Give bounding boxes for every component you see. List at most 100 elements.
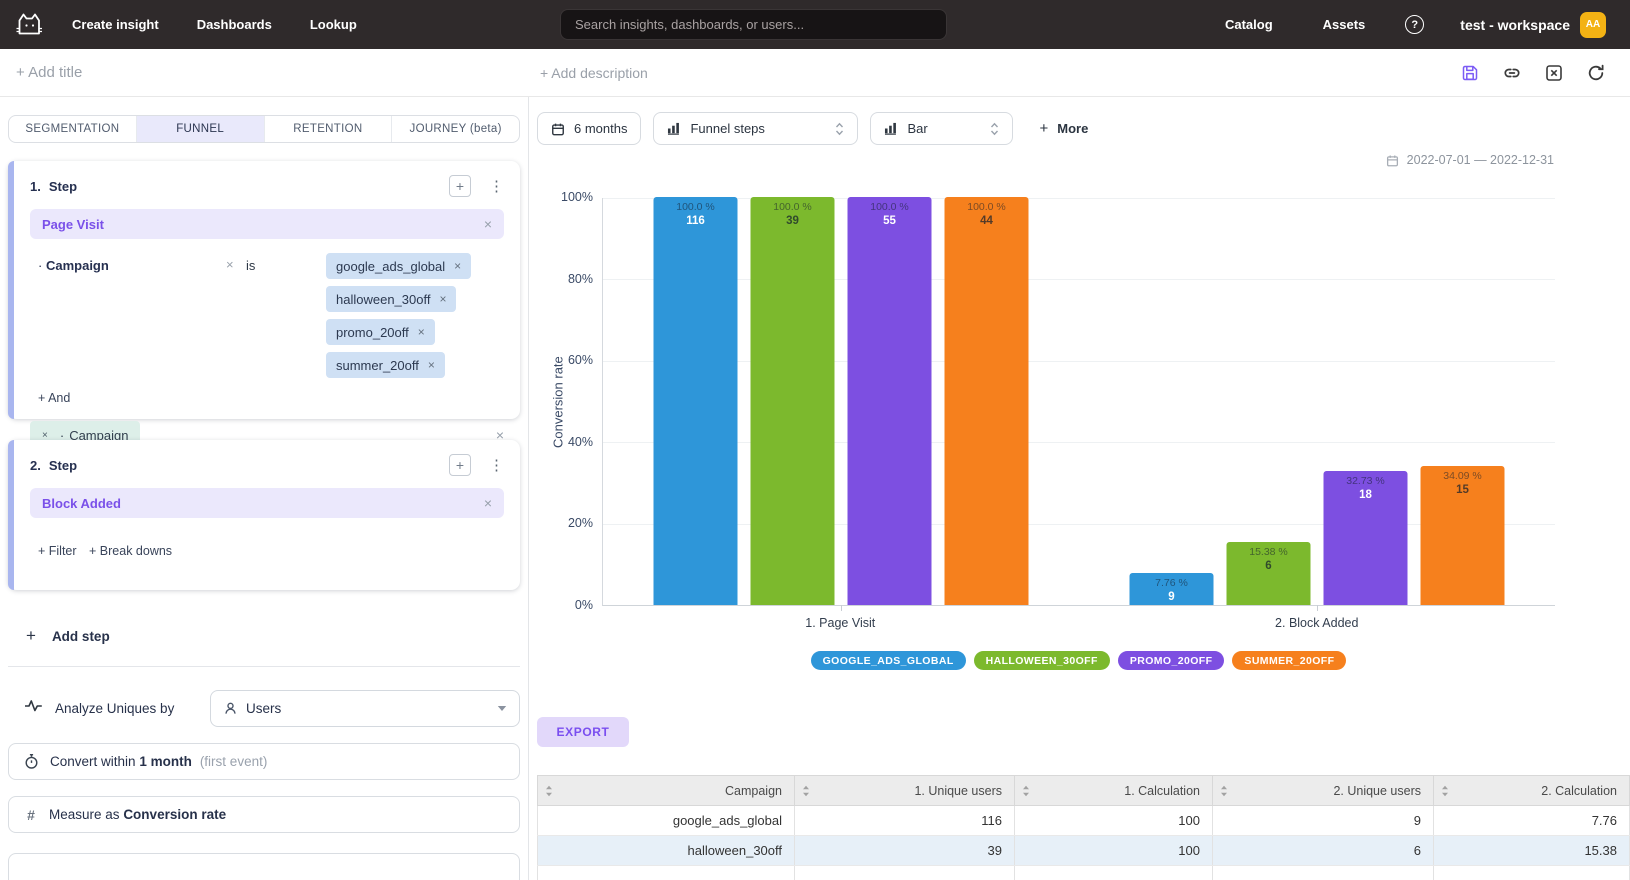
step-number: 2. [30, 458, 41, 473]
analyze-value: Users [246, 701, 281, 716]
sort-icon[interactable] [545, 785, 553, 797]
funnel-bar-halloween-30off[interactable]: 15.38 %6 [1227, 542, 1311, 605]
tab-retention[interactable]: RETENTION [264, 116, 392, 142]
add-event-icon[interactable]: + [449, 175, 471, 197]
avatar[interactable]: AA [1580, 12, 1606, 38]
legend-chip-summer-20off[interactable]: SUMMER_20OFF [1232, 651, 1346, 670]
more-options-button[interactable]: + More [1039, 120, 1088, 137]
nav-item-catalog[interactable]: Catalog [1225, 17, 1273, 32]
remove-value-icon[interactable]: × [439, 292, 446, 306]
sort-icon[interactable] [802, 785, 810, 797]
filter-value-chip-halloween-30off[interactable]: halloween_30off× [326, 286, 456, 312]
bar-value-labels: 100.0 %39 [751, 200, 835, 228]
search-input[interactable] [560, 9, 947, 40]
export-button[interactable]: EXPORT [537, 717, 629, 747]
table-row-partial[interactable] [538, 866, 1630, 880]
remove-breakdown-icon[interactable]: × [42, 430, 48, 441]
nav-item-lookup[interactable]: Lookup [310, 17, 357, 32]
filter-operator[interactable]: is [246, 258, 255, 273]
bar-percent-label: 15.38 % [1227, 545, 1311, 559]
bar-value-labels: 34.09 %15 [1421, 469, 1505, 497]
event-row-block-added[interactable]: Block Added × [30, 488, 504, 518]
y-tick-label: 0% [537, 598, 593, 612]
table-cell: 6 [1213, 836, 1434, 866]
table-cell: 116 [795, 806, 1015, 836]
add-title-input[interactable]: + Add title [16, 64, 82, 81]
help-icon[interactable]: ? [1405, 15, 1424, 34]
remove-value-icon[interactable]: × [428, 358, 435, 372]
remove-value-icon[interactable]: × [418, 325, 425, 339]
remove-event-icon[interactable]: × [484, 496, 492, 510]
legend-chip-promo-20off[interactable]: PROMO_20OFF [1118, 651, 1225, 670]
refresh-icon[interactable] [1586, 63, 1606, 83]
step-title: Step [49, 179, 77, 194]
bar-percent-label: 100.0 % [848, 200, 932, 214]
table-header-row: Campaign1. Unique users1. Calculation2. … [538, 776, 1630, 806]
chart-legend: GOOGLE_ADS_GLOBAL HALLOWEEN_30OFF PROMO_20… [602, 651, 1555, 670]
remove-value-icon[interactable]: × [454, 259, 461, 273]
funnel-bar-promo-20off[interactable]: 100.0 %55 [848, 197, 932, 605]
measure-as-button[interactable]: # Measure as Conversion rate [8, 796, 520, 833]
analyze-label: Analyze Uniques by [55, 701, 174, 716]
filter-value-chip-google-ads-global[interactable]: google_ads_global× [326, 253, 471, 279]
nav-left-items: Create insight Dashboards Lookup [72, 16, 395, 34]
add-step-button[interactable]: + Add step [8, 618, 520, 654]
step-menu-icon[interactable]: ⋮ [489, 179, 504, 194]
sort-icon[interactable] [1022, 785, 1030, 797]
legend-chip-halloween-30off[interactable]: HALLOWEEN_30OFF [974, 651, 1110, 670]
nav-item-create-insight[interactable]: Create insight [72, 17, 159, 32]
funnel-bar-summer-20off[interactable]: 100.0 %44 [945, 197, 1029, 605]
add-event-icon[interactable]: + [449, 454, 471, 476]
nav-item-assets[interactable]: Assets [1323, 17, 1366, 32]
tab-segmentation[interactable]: SEGMENTATION [9, 116, 136, 142]
workspace-name[interactable]: test - workspace [1460, 17, 1570, 33]
tab-funnel[interactable]: FUNNEL [136, 116, 264, 142]
filter-value-chip-promo-20off[interactable]: promo_20off× [326, 319, 435, 345]
table-row-halloween-30off[interactable]: halloween_30off39100615.38 [538, 836, 1630, 866]
legend-chip-google-ads-global[interactable]: GOOGLE_ADS_GLOBAL [811, 651, 966, 670]
next-option-box-partial[interactable] [8, 853, 520, 880]
app-logo-cat-icon[interactable] [14, 11, 44, 38]
x-axis-label-1-page-visit: 1. Page Visit [805, 616, 875, 630]
bar-percent-label: 7.76 % [1130, 576, 1214, 590]
remove-event-icon[interactable]: × [484, 217, 492, 231]
convert-within-button[interactable]: Convert within 1 month (first event) [8, 743, 520, 780]
query-builder-panel: SEGMENTATIONFUNNELRETENTIONJOURNEY (beta… [0, 97, 529, 880]
filter-property[interactable]: · Campaign [38, 258, 109, 273]
step-title: Step [49, 458, 77, 473]
funnel-bar-summer-20off[interactable]: 34.09 %15 [1421, 466, 1505, 605]
date-range-button[interactable]: 6 months [537, 112, 641, 145]
save-icon[interactable] [1460, 63, 1480, 83]
event-row-page-visit[interactable]: Page Visit × [30, 209, 504, 239]
view-type-select[interactable]: Funnel steps [653, 112, 858, 145]
y-axis-label: Conversion rate [547, 198, 569, 606]
add-description-input[interactable]: + Add description [540, 65, 648, 81]
close-insight-icon[interactable] [1544, 63, 1564, 83]
tab-journey-beta[interactable]: JOURNEY (beta) [391, 116, 519, 142]
funnel-bar-promo-20off[interactable]: 32.73 %18 [1324, 471, 1408, 605]
filter-value-chip-summer-20off[interactable]: summer_20off× [326, 352, 445, 378]
convert-hint: (first event) [200, 754, 268, 769]
table-cell [1434, 866, 1630, 880]
sort-caret-icon [835, 122, 844, 136]
step-menu-icon[interactable]: ⋮ [489, 458, 504, 473]
funnel-bar-halloween-30off[interactable]: 100.0 %39 [751, 197, 835, 605]
bar-count-label: 18 [1324, 488, 1408, 502]
header-label: Campaign [725, 784, 782, 798]
table-row-google-ads-global[interactable]: google_ads_global11610097.76 [538, 806, 1630, 836]
remove-filter-icon[interactable]: × [226, 257, 234, 272]
add-breakdown-button[interactable]: + Break downs [89, 544, 172, 558]
sort-icon[interactable] [1441, 785, 1449, 797]
sort-icon[interactable] [1220, 785, 1228, 797]
funnel-bar-google-ads-global[interactable]: 100.0 %116 [654, 197, 738, 605]
nav-item-dashboards[interactable]: Dashboards [197, 17, 272, 32]
add-and-condition-button[interactable]: + And [38, 391, 70, 405]
copy-link-icon[interactable] [1502, 63, 1522, 83]
search-wrap [560, 9, 947, 40]
add-filter-button[interactable]: + Filter [38, 544, 77, 558]
funnel-bar-google-ads-global[interactable]: 7.76 %9 [1130, 573, 1214, 605]
analyze-entity-select[interactable]: Users [210, 690, 520, 727]
divider [8, 666, 520, 667]
funnel-step-2-card: 2. Step + ⋮ Block Added × + Filter + Bre… [8, 440, 520, 590]
chart-type-select[interactable]: Bar [870, 112, 1013, 145]
